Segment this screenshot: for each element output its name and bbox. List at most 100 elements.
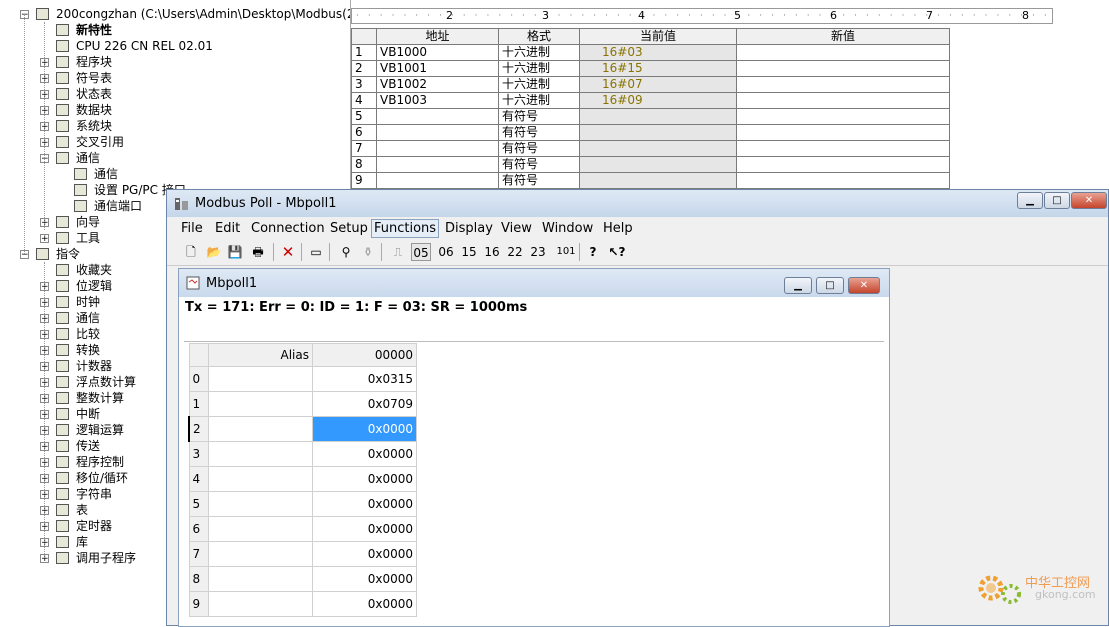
alias-cell[interactable]	[208, 591, 313, 617]
new-value-cell[interactable]	[736, 108, 950, 125]
register-row[interactable]: 1 0x0709	[188, 391, 417, 417]
new-value-cell[interactable]	[736, 60, 950, 77]
register-row[interactable]: 8 0x0000	[188, 566, 417, 592]
address-cell[interactable]: VB1000	[376, 44, 499, 61]
inner-maximize-button[interactable]: □	[816, 277, 844, 294]
address-cell[interactable]	[376, 108, 499, 125]
open-folder-icon[interactable]: 📂	[205, 243, 223, 261]
context-help-icon[interactable]: ↖?	[607, 243, 627, 261]
register-value-cell[interactable]: 0x0000	[312, 541, 417, 567]
print-icon[interactable]: 🖶	[249, 243, 267, 261]
register-value-cell[interactable]: 0x0000	[312, 516, 417, 542]
register-row[interactable]: 6 0x0000	[188, 516, 417, 542]
current-value-cell[interactable]	[579, 108, 737, 125]
function-code-05-button[interactable]: 05	[411, 243, 431, 261]
alias-cell[interactable]	[208, 416, 313, 442]
function-code-101-button[interactable]: 101	[555, 243, 577, 261]
address-column-header[interactable]: 00000	[312, 343, 417, 367]
current-value-cell[interactable]: 16#03	[579, 44, 737, 61]
alias-cell[interactable]	[208, 366, 313, 392]
alias-cell[interactable]	[208, 516, 313, 542]
register-value-cell[interactable]: 0x0000	[312, 466, 417, 492]
format-cell[interactable]: 有符号	[498, 172, 580, 189]
function-code-23-button[interactable]: 23	[528, 243, 548, 261]
format-cell[interactable]: 有符号	[498, 108, 580, 125]
address-cell[interactable]	[376, 124, 499, 141]
address-cell[interactable]	[376, 156, 499, 173]
address-cell[interactable]	[376, 172, 499, 189]
address-cell[interactable]: VB1003	[376, 92, 499, 109]
menu-functions[interactable]: Functions	[371, 219, 440, 238]
register-row[interactable]: 7 0x0000	[188, 541, 417, 567]
modbus-title-bar[interactable]: Modbus Poll - Mbpoll1 ▁ □ ✕	[167, 190, 1108, 217]
format-cell[interactable]: 十六进制	[498, 92, 580, 109]
pulse-icon[interactable]: ⎍	[389, 243, 407, 261]
current-value-cell[interactable]: 16#09	[579, 92, 737, 109]
status-chart-row[interactable]: 9 有符号	[351, 172, 950, 189]
alias-column-header[interactable]: Alias	[208, 343, 313, 367]
format-cell[interactable]: 十六进制	[498, 76, 580, 93]
current-value-cell[interactable]	[579, 140, 737, 157]
register-value-cell[interactable]: 0x0000	[312, 491, 417, 517]
maximize-button[interactable]: □	[1044, 192, 1070, 209]
new-value-cell[interactable]	[736, 172, 950, 189]
register-row[interactable]: 2 0x0000	[188, 416, 417, 442]
register-value-cell[interactable]: 0x0000	[312, 441, 417, 467]
address-cell[interactable]	[376, 140, 499, 157]
new-value-cell[interactable]	[736, 92, 950, 109]
status-chart-row[interactable]: 2 VB1001 十六进制 16#15	[351, 60, 950, 77]
address-cell[interactable]: VB1002	[376, 76, 499, 93]
status-chart-row[interactable]: 3 VB1002 十六进制 16#07	[351, 76, 950, 93]
help-icon[interactable]: ?	[585, 243, 601, 261]
disconnect-icon[interactable]: ⚱	[359, 243, 377, 261]
alias-cell[interactable]	[208, 566, 313, 592]
new-value-cell[interactable]	[736, 140, 950, 157]
expand-toggle-icon[interactable]: +	[40, 234, 49, 244]
delete-icon[interactable]: ✕	[279, 243, 297, 261]
new-value-cell[interactable]	[736, 156, 950, 173]
alias-cell[interactable]	[208, 441, 313, 467]
current-value-cell[interactable]	[579, 156, 737, 173]
new-file-icon[interactable]: 🗋	[183, 243, 199, 261]
menu-edit[interactable]: Edit	[213, 220, 242, 237]
status-chart-row[interactable]: 1 VB1000 十六进制 16#03	[351, 44, 950, 61]
menu-display[interactable]: Display	[443, 220, 495, 237]
alias-cell[interactable]	[208, 491, 313, 517]
register-row[interactable]: 0 0x0315	[188, 366, 417, 392]
status-chart-row[interactable]: 8 有符号	[351, 156, 950, 173]
register-value-cell[interactable]: 0x0000	[312, 591, 417, 617]
inner-close-button[interactable]: ✕	[848, 277, 880, 294]
status-chart-row[interactable]: 5 有符号	[351, 108, 950, 125]
current-value-cell[interactable]	[579, 172, 737, 189]
new-value-cell[interactable]	[736, 44, 950, 61]
alias-cell[interactable]	[208, 466, 313, 492]
format-cell[interactable]: 有符号	[498, 156, 580, 173]
register-value-cell[interactable]: 0x0709	[312, 391, 417, 417]
current-value-cell[interactable]: 16#07	[579, 76, 737, 93]
register-value-cell[interactable]: 0x0315	[312, 366, 417, 392]
register-value-cell[interactable]: 0x0000	[312, 566, 417, 592]
register-row[interactable]: 5 0x0000	[188, 491, 417, 517]
menu-file[interactable]: File	[179, 220, 205, 237]
function-code-22-button[interactable]: 22	[505, 243, 525, 261]
status-chart-row[interactable]: 4 VB1003 十六进制 16#09	[351, 92, 950, 109]
register-value-cell[interactable]: 0x0000	[312, 416, 417, 442]
new-value-cell[interactable]	[736, 124, 950, 141]
connect-icon[interactable]: ⚲	[337, 243, 355, 261]
alias-cell[interactable]	[208, 391, 313, 417]
format-cell[interactable]: 十六进制	[498, 44, 580, 61]
menu-setup[interactable]: Setup	[328, 220, 370, 237]
menu-window[interactable]: Window	[540, 220, 595, 237]
register-row[interactable]: 3 0x0000	[188, 441, 417, 467]
current-value-cell[interactable]	[579, 124, 737, 141]
menu-view[interactable]: View	[499, 220, 534, 237]
register-row[interactable]: 9 0x0000	[188, 591, 417, 617]
mbpoll1-title-bar[interactable]: Mbpoll1 ▁ □ ✕	[179, 269, 889, 297]
new-value-cell[interactable]	[736, 76, 950, 93]
status-chart-row[interactable]: 7 有符号	[351, 140, 950, 157]
current-value-cell[interactable]: 16#15	[579, 60, 737, 77]
minimize-button[interactable]: ▁	[1017, 192, 1043, 209]
format-cell[interactable]: 有符号	[498, 124, 580, 141]
register-row[interactable]: 4 0x0000	[188, 466, 417, 492]
format-cell[interactable]: 十六进制	[498, 60, 580, 77]
